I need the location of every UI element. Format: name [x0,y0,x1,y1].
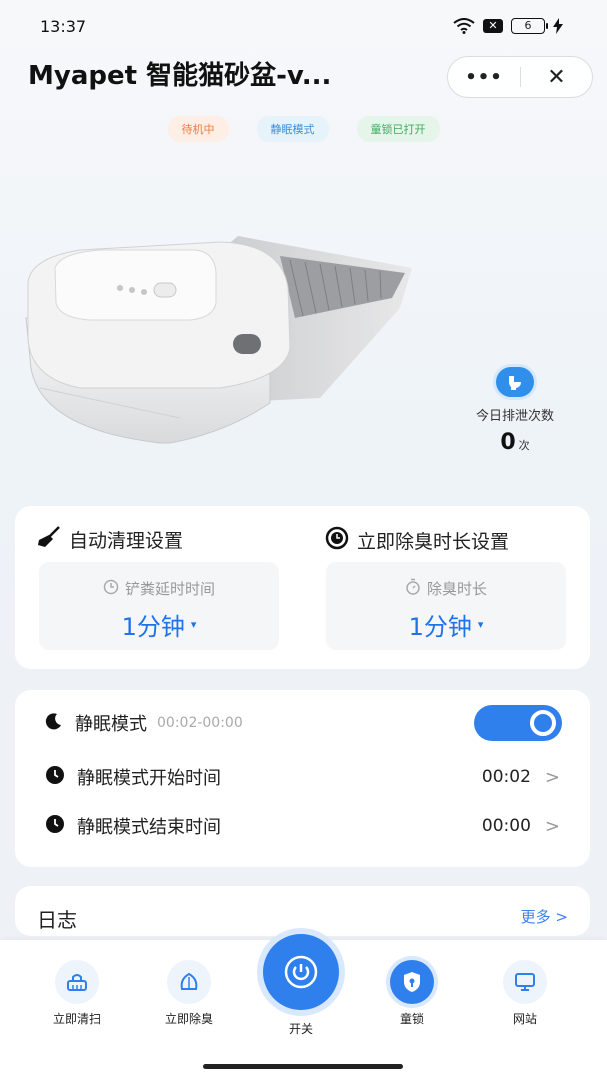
scoop-delay-selector[interactable]: 铲粪延时时间 1分钟 ▾ [39,562,279,650]
bottom-action-bar: 立即清扫 立即除臭 开关 童锁 网站 [0,934,607,1080]
mini-program-capsule: ••• ✕ [447,56,593,98]
sleep-mode-row: 静眠模式 00:02-00:00 [45,703,562,743]
caret-down-icon: ▾ [477,618,484,631]
log-title: 日志 [37,908,77,932]
sleep-mode-toggle[interactable] [474,705,562,741]
power-button[interactable]: 开关 [263,934,339,1037]
deodorize-heading: 立即除臭时长设置 [325,526,509,555]
deodorize-now-label: 立即除臭 [164,1012,213,1026]
home-indicator[interactable] [203,1064,403,1069]
sleep-mode-badge: 静眠模式 [256,116,329,142]
power-icon [263,934,339,1010]
timer-icon [103,579,119,599]
sleep-end-label: 静眠模式结束时间 [77,817,221,838]
shield-lock-icon [390,960,434,1004]
log-card: 日志 更多 > [15,886,590,936]
sleep-start-value: 00:02 [481,767,531,787]
status-icons: ✕ 6 [453,18,563,34]
log-more-link[interactable]: 更多 > [521,906,568,927]
deodorize-title: 立即除臭时长设置 [357,531,510,553]
child-lock-label: 童锁 [399,1012,424,1026]
child-lock-button[interactable]: 童锁 [367,960,457,1027]
sleep-mode-label: 静眠模式 [75,714,147,735]
status-bar: 13:37 ✕ 6 [0,0,607,50]
today-label: 今日排泄次数 [475,409,554,424]
auto-clean-heading: 自动清理设置 [37,526,183,553]
close-button[interactable]: ✕ [521,65,592,90]
sleep-start-label: 静眠模式开始时间 [77,768,221,789]
clock-icon [325,526,349,555]
clean-now-button[interactable]: 立即清扫 [32,960,122,1027]
chevron-right-icon: > [544,815,560,837]
more-button[interactable]: ••• [448,67,520,88]
settings-card: 自动清理设置 立即除臭时长设置 铲粪延时时间 1分钟 ▾ 除臭时长 1分钟 ▾ [15,506,590,669]
deodorize-label-row: 除臭时长 [326,578,566,599]
litter-box-image [25,236,412,444]
sleep-mode-card: 静眠模式 00:02-00:00 静眠模式开始时间 00:02 > 静眠模式结束… [15,690,590,867]
clean-icon [55,960,99,1004]
auto-clean-title: 自动清理设置 [69,530,184,552]
page-title: Myapet 智能猫砂盆-v... [28,61,332,91]
clock-icon [45,765,65,789]
deodorize-duration-label: 除臭时长 [426,580,487,598]
status-badges: 待机中 静眠模式 童锁已打开 [0,116,607,142]
deodorize-now-button[interactable]: 立即除臭 [144,960,234,1027]
battery-icon: 6 [511,18,548,34]
deodorize-icon [167,960,211,1004]
sleep-end-value: 00:00 [481,816,531,836]
monitor-icon [503,960,547,1004]
power-label: 开关 [288,1022,313,1036]
toilet-icon [496,367,534,397]
no-sim-icon: ✕ [483,19,503,33]
sleep-mode-range: 00:02-00:00 [157,715,243,731]
scoop-delay-value-row: 1分钟 ▾ [39,607,279,642]
stopwatch-icon [405,578,421,599]
deodorize-duration-value: 1分钟 [408,613,472,641]
deodorize-value-row: 1分钟 ▾ [326,607,566,642]
website-label: 网站 [512,1012,537,1026]
sleep-end-row[interactable]: 静眠模式结束时间 00:00 > [45,806,560,846]
scoop-delay-value: 1分钟 [121,613,185,641]
deodorize-duration-selector[interactable]: 除臭时长 1分钟 ▾ [326,562,566,650]
moon-icon [45,712,63,734]
today-unit: 次 [518,439,530,452]
clock-icon [45,814,65,838]
clean-now-label: 立即清扫 [52,1012,101,1026]
today-count: 0 [500,430,516,455]
today-value: 0次 [462,430,568,455]
standby-badge: 待机中 [167,116,229,142]
toggle-knob [530,710,556,736]
broom-icon [37,526,61,553]
child-lock-badge: 童锁已打开 [356,116,440,142]
chevron-right-icon: > [544,766,560,788]
status-time: 13:37 [40,17,87,36]
sleep-start-row[interactable]: 静眠模式开始时间 00:02 > [45,757,560,797]
scoop-delay-label: 铲粪延时时间 [124,580,215,598]
website-button[interactable]: 网站 [480,960,570,1027]
caret-down-icon: ▾ [190,618,197,631]
charging-icon [553,18,563,34]
wifi-icon [453,18,475,34]
scoop-delay-label-row: 铲粪延时时间 [39,578,279,599]
today-excretion-stat: 今日排泄次数 0次 [462,367,568,455]
